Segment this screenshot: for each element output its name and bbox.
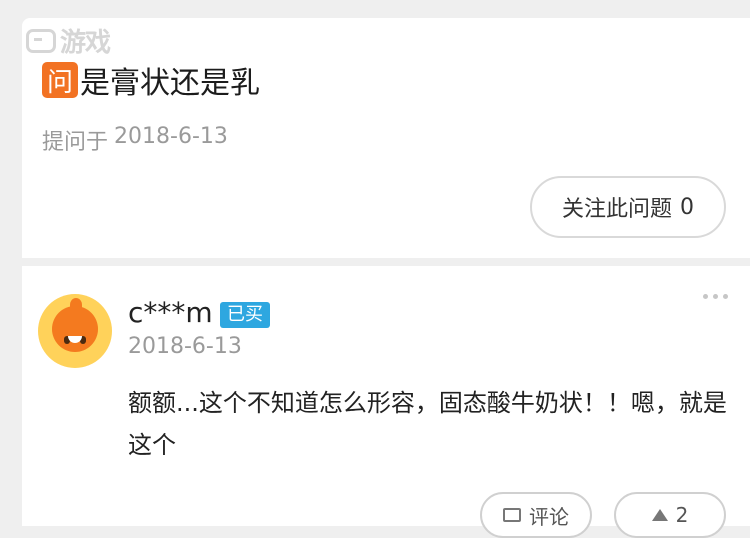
- question-meta: 提问于 2018-6-13: [42, 124, 228, 156]
- like-button[interactable]: 2: [614, 492, 726, 538]
- more-icon[interactable]: [703, 294, 728, 299]
- asked-label: 提问于: [42, 130, 109, 155]
- watermark-text: 游戏: [60, 28, 111, 58]
- asked-date: 2018-6-13: [114, 124, 228, 149]
- comment-label: 评论: [529, 504, 569, 529]
- gamepad-icon: [26, 28, 56, 53]
- answer-text: 额额...这个不知道怎么形容，固态酸牛奶状！！嗯，就是这个: [128, 389, 727, 459]
- question-text: 是膏状还是乳: [80, 66, 260, 101]
- purchased-badge: 已买: [220, 302, 270, 328]
- follow-question-button[interactable]: 关注此问题 0: [530, 176, 726, 238]
- user-name[interactable]: c***m: [128, 296, 213, 329]
- question-badge: 问: [42, 62, 78, 98]
- avatar[interactable]: [38, 294, 112, 368]
- watermark: 游戏: [26, 22, 111, 59]
- avatar-face: [52, 306, 98, 352]
- comment-icon: [503, 508, 521, 522]
- comment-button[interactable]: 评论: [480, 492, 592, 538]
- follow-count: 0: [680, 194, 694, 220]
- follow-label: 关注此问题: [561, 197, 672, 222]
- thumb-up-icon: [651, 509, 668, 521]
- answer-date: 2018-6-13: [128, 334, 242, 359]
- like-count: 2: [675, 503, 689, 527]
- answer-card: c***m 已买 2018-6-13 额额...这个不知道怎么形容，固态酸牛奶状…: [22, 266, 750, 538]
- question-card: 问 是膏状还是乳 提问于 2018-6-13 关注此问题 0: [22, 18, 750, 258]
- question-title: 问 是膏状还是乳: [42, 58, 260, 102]
